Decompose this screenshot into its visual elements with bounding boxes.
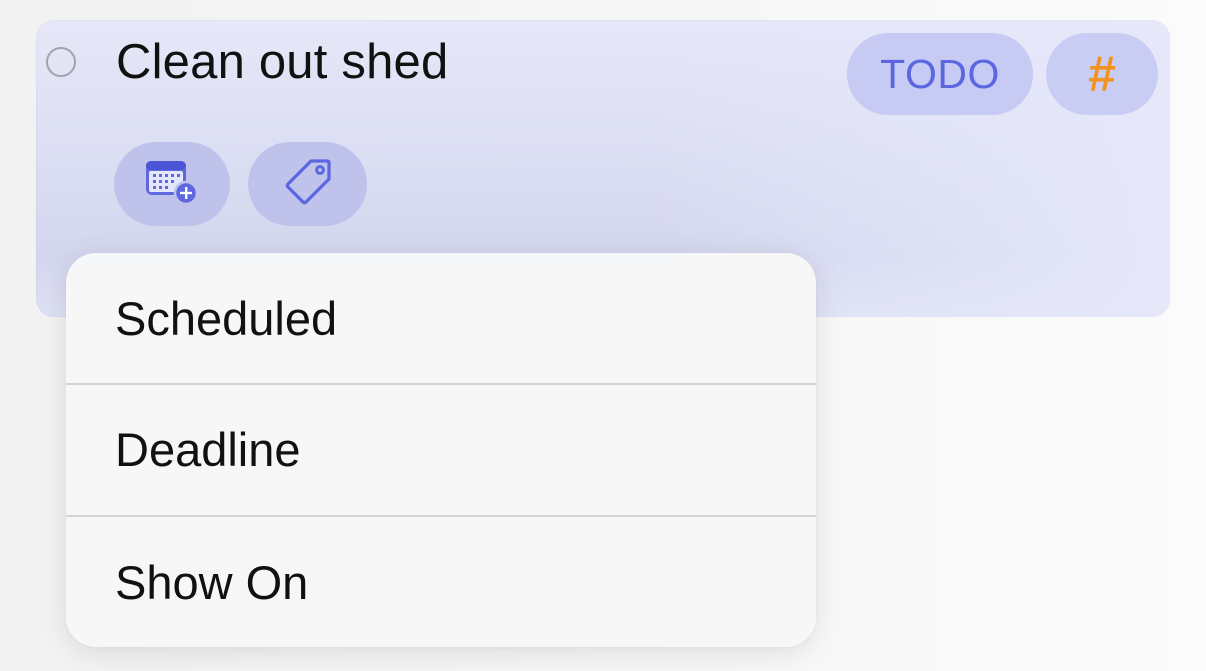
- add-date-button[interactable]: [114, 142, 230, 226]
- menu-item-deadline[interactable]: Deadline: [66, 384, 816, 514]
- add-tag-button[interactable]: [248, 142, 367, 226]
- complete-checkbox[interactable]: [46, 47, 76, 77]
- status-chip-todo[interactable]: TODO: [847, 33, 1033, 115]
- menu-item-show-on[interactable]: Show On: [66, 517, 816, 647]
- tag-icon: [282, 156, 334, 213]
- tag-chip-label: #: [1088, 46, 1116, 102]
- date-type-menu: Scheduled Deadline Show On: [66, 253, 816, 647]
- status-chip-label: TODO: [880, 50, 1000, 97]
- menu-item-scheduled[interactable]: Scheduled: [66, 253, 816, 383]
- tag-chip[interactable]: #: [1046, 33, 1158, 115]
- task-title[interactable]: Clean out shed: [116, 34, 448, 90]
- calendar-plus-icon: [144, 157, 200, 212]
